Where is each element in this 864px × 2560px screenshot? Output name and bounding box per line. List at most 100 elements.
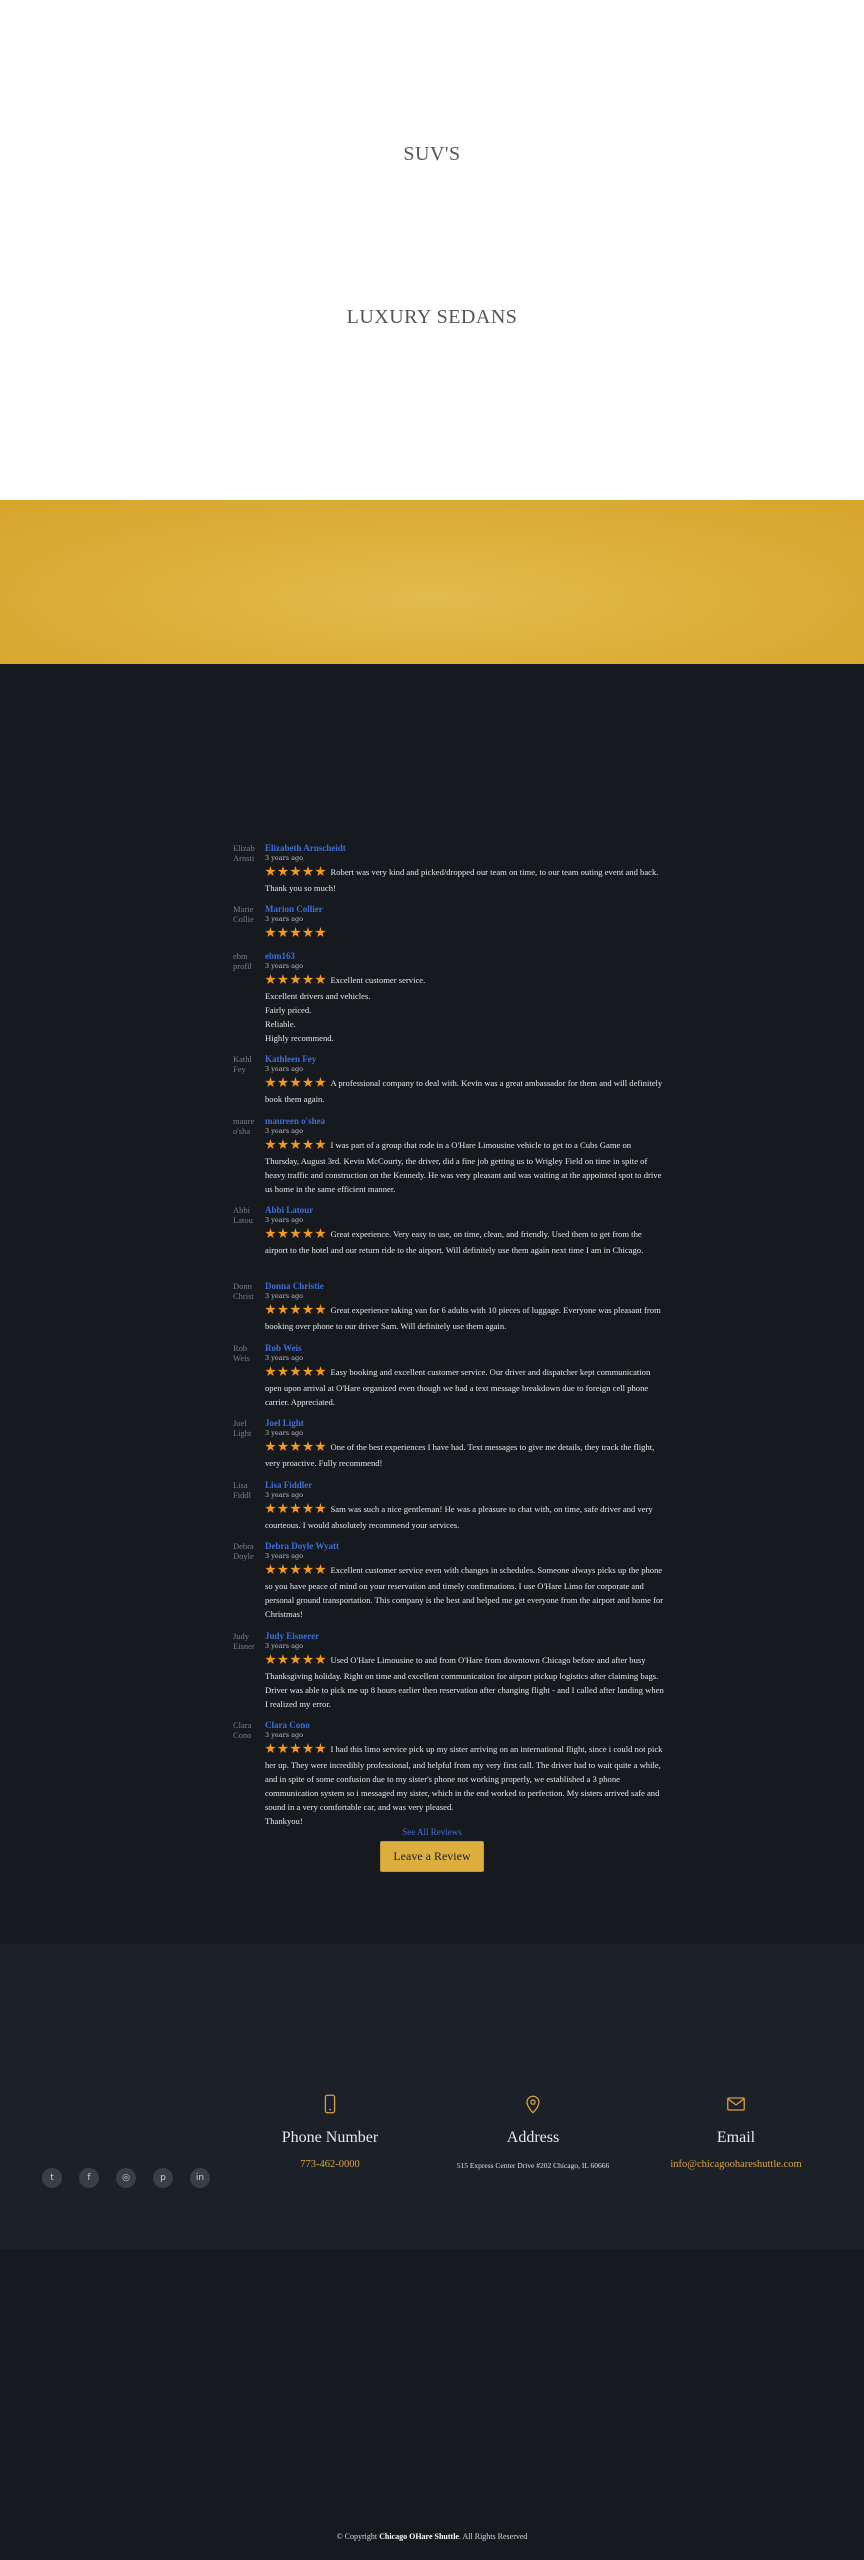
star-rating	[265, 927, 328, 942]
star-icon	[290, 974, 301, 985]
review-time: 3 years ago	[265, 1552, 304, 1560]
email-link[interactable]: info@chicagoohareshuttle.com	[626, 2159, 846, 2170]
review-body: Joel Light 3 years ago One of the best exp…	[265, 1418, 665, 1470]
star-rating	[265, 974, 328, 989]
reviewer-avatar: Lisa Fiddl	[233, 1480, 251, 1500]
review-content: Great experience taking van for 6 adults…	[265, 1303, 665, 1333]
star-icon	[290, 1304, 301, 1315]
star-icon	[290, 1139, 301, 1150]
see-all-reviews-link[interactable]: See All Reviews	[0, 1827, 864, 1837]
linkedin-icon[interactable]: in	[190, 2168, 210, 2188]
copyright-prefix: © Copyright	[336, 2532, 378, 2541]
reviewer-name-link[interactable]: Lisa Fiddler	[265, 1480, 665, 1491]
reviewer-name-link[interactable]: Rob Weis	[265, 1343, 665, 1354]
instagram-icon[interactable]: ◎	[116, 2168, 136, 2188]
review-content: Easy booking and excellent customer serv…	[265, 1365, 665, 1409]
reviewer-name-link[interactable]: Donna Christie	[265, 1281, 665, 1292]
luxury-sedans-heading: LUXURY SEDANS	[346, 306, 518, 328]
star-icon	[265, 1077, 276, 1088]
star-icon	[290, 1743, 301, 1754]
contact-phone: Phone Number 773-462-0000	[220, 2093, 440, 2170]
star-icon	[315, 1228, 326, 1239]
reviewer-avatar: Donn Christ	[233, 1281, 254, 1301]
reviewer-avatar: Rob Weis	[233, 1343, 250, 1363]
reviewer-name-link[interactable]: Marion Collier	[265, 904, 665, 915]
star-icon	[302, 927, 314, 938]
review-body: Lisa Fiddler 3 years ago Sam was such a ni…	[265, 1480, 665, 1532]
reviewer-avatar: Joel Light	[233, 1418, 252, 1438]
review-content: Excellent customer service. Excellent dr…	[265, 973, 665, 1045]
pinterest-icon[interactable]: p	[153, 2168, 173, 2188]
star-icon	[302, 1304, 314, 1315]
reviewer-avatar: Abbi Latou	[233, 1205, 253, 1225]
review-body: Kathleen Fey 3 years ago A professional co…	[265, 1054, 665, 1106]
star-rating	[265, 1441, 328, 1456]
twitter-icon[interactable]: t	[42, 2168, 62, 2188]
review-body: Clara Cono 3 years ago I had this limo ser…	[265, 1720, 665, 1828]
star-icon	[290, 866, 301, 877]
reviewer-name-link[interactable]: Elizabeth Arnscheidt	[265, 843, 665, 854]
star-icon	[290, 1228, 301, 1239]
address-title: Address	[506, 2129, 560, 2146]
star-icon	[315, 1654, 326, 1665]
star-icon	[315, 1304, 326, 1315]
reviewer-name-link[interactable]: Kathleen Fey	[265, 1054, 665, 1065]
review-time: 3 years ago	[265, 1354, 304, 1362]
contact-email: Email info@chicagoohareshuttle.com	[626, 2093, 846, 2170]
review-content: Excellent customer service even with cha…	[265, 1563, 665, 1621]
review-body: Elizabeth Arnscheidt 3 years ago Robert wa…	[265, 843, 665, 895]
reviewer-name-link[interactable]: Debra Doyle Wyatt	[265, 1541, 665, 1552]
review-time: 3 years ago	[265, 854, 304, 862]
envelope-icon	[727, 2097, 745, 2111]
reviewer-avatar: Debra Doyle	[233, 1541, 254, 1561]
reviewer-avatar: maure o'sha	[233, 1116, 255, 1136]
star-icon	[277, 1139, 289, 1150]
reviewer-name-link[interactable]: Joel Light	[265, 1418, 665, 1429]
review-time: 3 years ago	[265, 915, 304, 923]
gold-banner	[0, 500, 864, 664]
phone-title: Phone Number	[281, 2129, 379, 2146]
facebook-icon[interactable]: f	[79, 2168, 99, 2188]
star-icon	[265, 1304, 276, 1315]
reviewer-name-link[interactable]: Abbi Latour	[265, 1205, 665, 1216]
reviewer-avatar: ebm profil	[233, 951, 252, 971]
star-icon	[265, 866, 276, 877]
review-time: 3 years ago	[265, 1065, 304, 1073]
star-icon	[265, 1366, 276, 1377]
reviewer-avatar: Elizab Arnsti	[233, 843, 255, 863]
reviewer-name-link[interactable]: Judy Eisnerer	[265, 1631, 665, 1642]
phone-link[interactable]: 773-462-0000	[220, 2159, 440, 2170]
review-content: A professional company to deal with. Kev…	[265, 1076, 665, 1106]
review-body: maureen o'shea 3 years ago I was part of a…	[265, 1116, 665, 1196]
star-rating	[265, 1139, 328, 1154]
star-icon	[277, 1077, 289, 1088]
star-icon	[302, 1743, 314, 1754]
reviewer-name-link[interactable]: maureen o'shea	[265, 1116, 665, 1127]
review-content: Used O'Hare Limousine to and from O'Hare…	[265, 1653, 665, 1711]
review-time: 3 years ago	[265, 1216, 304, 1224]
map-pin-icon	[526, 2095, 540, 2114]
star-icon	[315, 974, 326, 985]
review-body: Abbi Latour 3 years ago Great experience. …	[265, 1205, 665, 1257]
reviewer-avatar: Clara Cono	[233, 1720, 252, 1740]
review-content: I had this limo service pick up my siste…	[265, 1742, 665, 1828]
star-icon	[315, 1503, 326, 1514]
star-icon	[277, 866, 289, 877]
leave-review-button[interactable]: Leave a Review	[380, 1841, 484, 1872]
star-rating	[265, 1304, 328, 1319]
star-icon	[265, 1441, 276, 1452]
copyright: © Copyright Chicago OHare Shuttle. All R…	[0, 2532, 864, 2541]
star-icon	[302, 974, 314, 985]
star-rating	[265, 866, 328, 881]
star-icon	[302, 1503, 314, 1514]
review-body: ebm163 3 years ago Excellent customer serv…	[265, 951, 665, 1045]
star-icon	[265, 927, 276, 938]
reviewer-name-link[interactable]: ebm163	[265, 951, 665, 962]
star-icon	[290, 1077, 301, 1088]
star-icon	[315, 927, 326, 938]
review-body: Rob Weis 3 years ago Easy booking and exce…	[265, 1343, 665, 1409]
review-content: One of the best experiences I have had. …	[265, 1440, 665, 1470]
reviewer-avatar: Judy Eisner	[233, 1631, 255, 1651]
star-icon	[265, 1654, 276, 1665]
reviewer-name-link[interactable]: Clara Cono	[265, 1720, 665, 1731]
